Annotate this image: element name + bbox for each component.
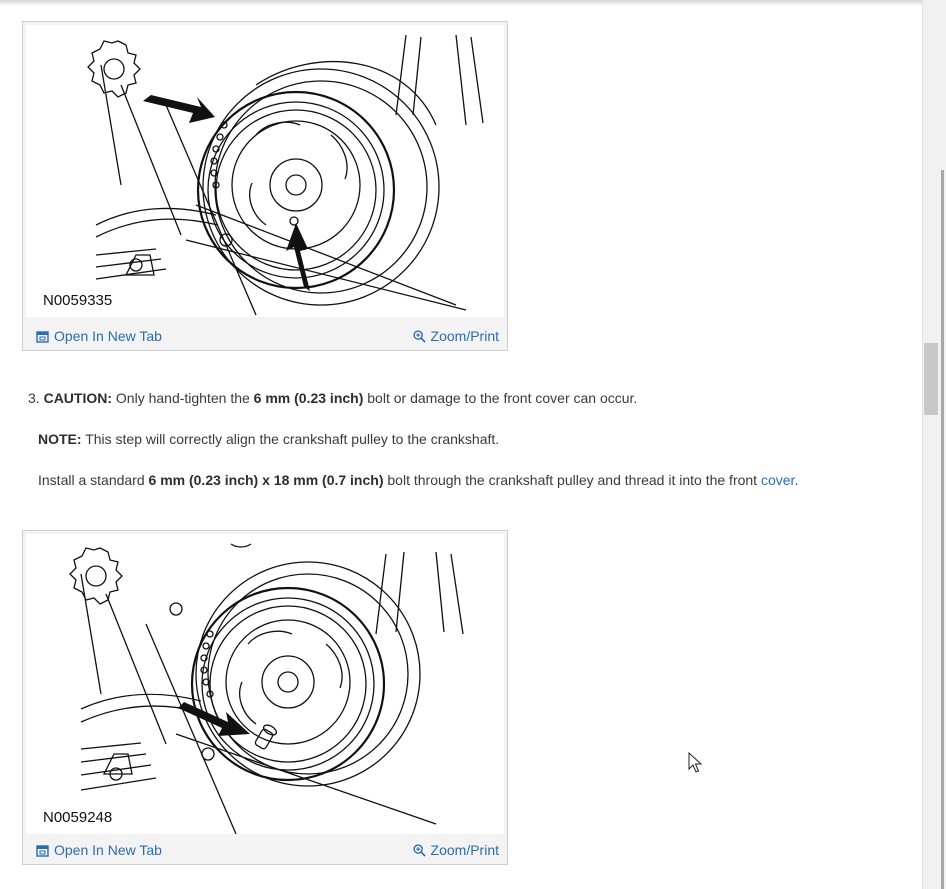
step-3-note: NOTE: This step will correctly align the… — [38, 431, 499, 447]
figure-2-toolbar: Open In New Tab Zoom/Print — [23, 838, 507, 864]
zoom-print-label: Zoom/Print — [430, 328, 499, 344]
figure-1-zoom-print[interactable]: Zoom/Print — [412, 328, 499, 344]
figure-2-zoom-print[interactable]: Zoom/Print — [412, 842, 499, 858]
cover-link[interactable]: cover — [761, 472, 794, 488]
figure-2: N0059248 Open In New Tab Zoom/Print — [22, 530, 508, 865]
open-in-new-tab-label: Open In New Tab — [54, 842, 162, 858]
vertical-scrollbar[interactable] — [922, 0, 946, 889]
figure-1-id: N0059335 — [41, 292, 115, 309]
step-3-instruction: Install a standard 6 mm (0.23 inch) x 18… — [38, 472, 798, 488]
open-in-new-tab-label: Open In New Tab — [54, 328, 162, 344]
zoom-print-label: Zoom/Print — [430, 842, 499, 858]
open-new-tab-icon — [36, 330, 49, 343]
figure-1-toolbar: Open In New Tab Zoom/Print — [23, 324, 507, 350]
zoom-icon — [412, 329, 426, 343]
figure-1: N0059335 Open In New Tab Zoom/Print — [22, 21, 508, 351]
figure-1-image[interactable]: N0059335 — [26, 25, 504, 317]
note-text: This step will correctly align the crank… — [85, 431, 500, 447]
install-text-pre: Install a standard — [38, 472, 145, 488]
caution-label: CAUTION: — [43, 390, 113, 406]
scrollbar-track-line — [941, 170, 944, 889]
install-text-end: . — [794, 472, 799, 488]
caution-bolt-size: 6 mm (0.23 inch) — [253, 390, 364, 406]
install-bolt-size: 6 mm (0.23 inch) x 18 mm (0.7 inch) — [148, 472, 384, 488]
figure-2-open-in-new-tab[interactable]: Open In New Tab — [36, 842, 162, 858]
zoom-icon — [412, 843, 426, 857]
content-area: N0059335 Open In New Tab Zoom/Print 3. C… — [0, 0, 920, 889]
step-3-caution: 3. CAUTION: Only hand-tighten the 6 mm (… — [28, 390, 637, 406]
step-number: 3. — [28, 390, 40, 406]
note-label: NOTE: — [38, 431, 82, 447]
figure-2-id: N0059248 — [41, 809, 115, 826]
scrollbar-thumb[interactable] — [924, 343, 938, 415]
crankshaft-pulley-diagram-2 — [69, 543, 464, 834]
figure-1-open-in-new-tab[interactable]: Open In New Tab — [36, 328, 162, 344]
caution-text-post: bolt or damage to the front cover can oc… — [367, 390, 638, 406]
caution-text-pre: Only hand-tighten the — [115, 390, 250, 406]
open-new-tab-icon — [36, 844, 49, 857]
mouse-pointer-icon — [688, 752, 702, 773]
install-text-mid: bolt through the crankshaft pulley and t… — [387, 472, 758, 488]
crankshaft-pulley-diagram-1 — [87, 34, 484, 316]
figure-2-image[interactable]: N0059248 — [26, 534, 504, 834]
